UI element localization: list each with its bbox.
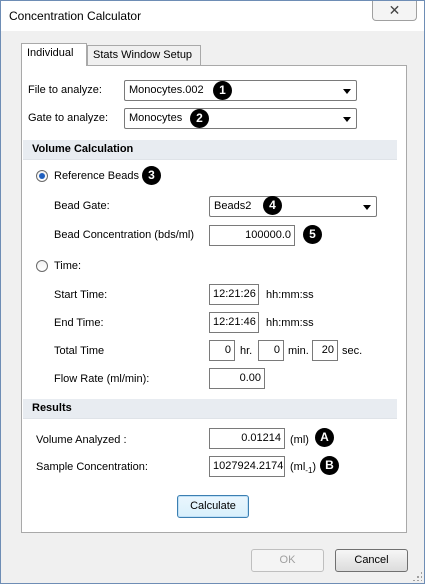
time-radio[interactable] bbox=[36, 260, 48, 272]
sample-concentration-label: Sample Concentration: bbox=[36, 461, 148, 473]
chevron-down-icon bbox=[343, 117, 351, 122]
volume-analyzed-unit: (ml) bbox=[290, 434, 309, 446]
bead-concentration-label: Bead Concentration (bds/ml) bbox=[54, 229, 195, 241]
end-time-label: End Time: bbox=[54, 317, 104, 329]
start-time-input[interactable]: 12:21:26 bbox=[209, 284, 259, 305]
hours-unit: hr. bbox=[240, 345, 253, 357]
bead-gate-value: Beads2 bbox=[214, 200, 252, 212]
gate-to-analyze-select[interactable]: Monocytes bbox=[124, 108, 357, 129]
results-title: Results bbox=[32, 402, 72, 414]
sample-concentration-unit: (ml-1) bbox=[290, 461, 316, 475]
callout-badge-5: 5 bbox=[303, 225, 322, 244]
minutes-unit: min. bbox=[288, 345, 309, 357]
bead-concentration-input[interactable]: 100000.0 bbox=[209, 225, 295, 246]
radio-selected-dot bbox=[39, 173, 45, 179]
total-time-minutes-input[interactable]: 0 bbox=[258, 340, 284, 361]
volume-analyzed-label: Volume Analyzed : bbox=[36, 434, 127, 446]
seconds-unit: sec. bbox=[342, 345, 363, 357]
callout-badge-3: 3 bbox=[142, 166, 161, 185]
start-time-label: Start Time: bbox=[54, 289, 108, 301]
tab-stats-window-setup-label: Stats Window Setup bbox=[93, 49, 193, 61]
resize-grip[interactable] bbox=[412, 571, 422, 581]
tab-stats-window-setup[interactable]: Stats Window Setup bbox=[87, 45, 201, 66]
end-time-input[interactable]: 12:21:46 bbox=[209, 312, 259, 333]
reference-beads-radio[interactable] bbox=[36, 170, 48, 182]
chevron-down-icon bbox=[363, 205, 371, 210]
callout-badge-1: 1 bbox=[213, 81, 232, 100]
bead-gate-label: Bead Gate: bbox=[54, 200, 110, 212]
callout-badge-2: 2 bbox=[190, 109, 209, 128]
cancel-button[interactable]: Cancel bbox=[335, 549, 408, 572]
callout-badge-4: 4 bbox=[263, 196, 282, 215]
total-time-label: Total Time bbox=[54, 345, 105, 357]
time-label: Time: bbox=[54, 260, 82, 272]
chevron-down-icon bbox=[343, 89, 351, 94]
tab-individual[interactable]: Individual bbox=[21, 43, 87, 66]
callout-badge-a: A bbox=[315, 428, 334, 447]
window-title: Concentration Calculator bbox=[9, 9, 142, 23]
total-time-hours-input[interactable]: 0 bbox=[209, 340, 235, 361]
total-time-seconds-input[interactable]: 20 bbox=[312, 340, 338, 361]
file-to-analyze-select[interactable]: Monocytes.002 bbox=[124, 80, 357, 101]
gate-to-analyze-value: Monocytes bbox=[129, 112, 183, 124]
close-icon: ✕ bbox=[388, 2, 401, 18]
individual-panel: File to analyze: Monocytes.002 1 Gate to… bbox=[21, 65, 407, 533]
reference-beads-label: Reference Beads bbox=[54, 170, 139, 182]
calculate-button[interactable]: Calculate bbox=[177, 495, 249, 518]
start-time-unit: hh:mm:ss bbox=[266, 289, 314, 301]
end-time-unit: hh:mm:ss bbox=[266, 317, 314, 329]
unit-prefix: (ml bbox=[290, 461, 306, 473]
concentration-calculator-window: Concentration Calculator ✕ Individual St… bbox=[0, 0, 425, 584]
volume-analyzed-value: 0.01214 bbox=[209, 428, 285, 449]
file-to-analyze-label: File to analyze: bbox=[28, 84, 102, 96]
title-bar: Concentration Calculator ✕ bbox=[1, 1, 424, 31]
bead-gate-select[interactable]: Beads2 bbox=[209, 196, 377, 217]
close-button[interactable]: ✕ bbox=[372, 1, 417, 21]
ok-button[interactable]: OK bbox=[251, 549, 324, 572]
unit-suffix: ) bbox=[312, 461, 317, 473]
results-header: Results bbox=[23, 399, 397, 419]
file-to-analyze-value: Monocytes.002 bbox=[129, 84, 204, 96]
callout-badge-b: B bbox=[320, 456, 339, 475]
flow-rate-label: Flow Rate (ml/min): bbox=[54, 373, 150, 385]
sample-concentration-value: 1027924.2174 bbox=[209, 456, 285, 477]
gate-to-analyze-label: Gate to analyze: bbox=[28, 112, 109, 124]
flow-rate-input[interactable]: 0.00 bbox=[209, 368, 265, 389]
volume-calculation-header: Volume Calculation bbox=[23, 140, 397, 160]
volume-calculation-title: Volume Calculation bbox=[32, 143, 134, 155]
tab-individual-label: Individual bbox=[27, 47, 74, 59]
